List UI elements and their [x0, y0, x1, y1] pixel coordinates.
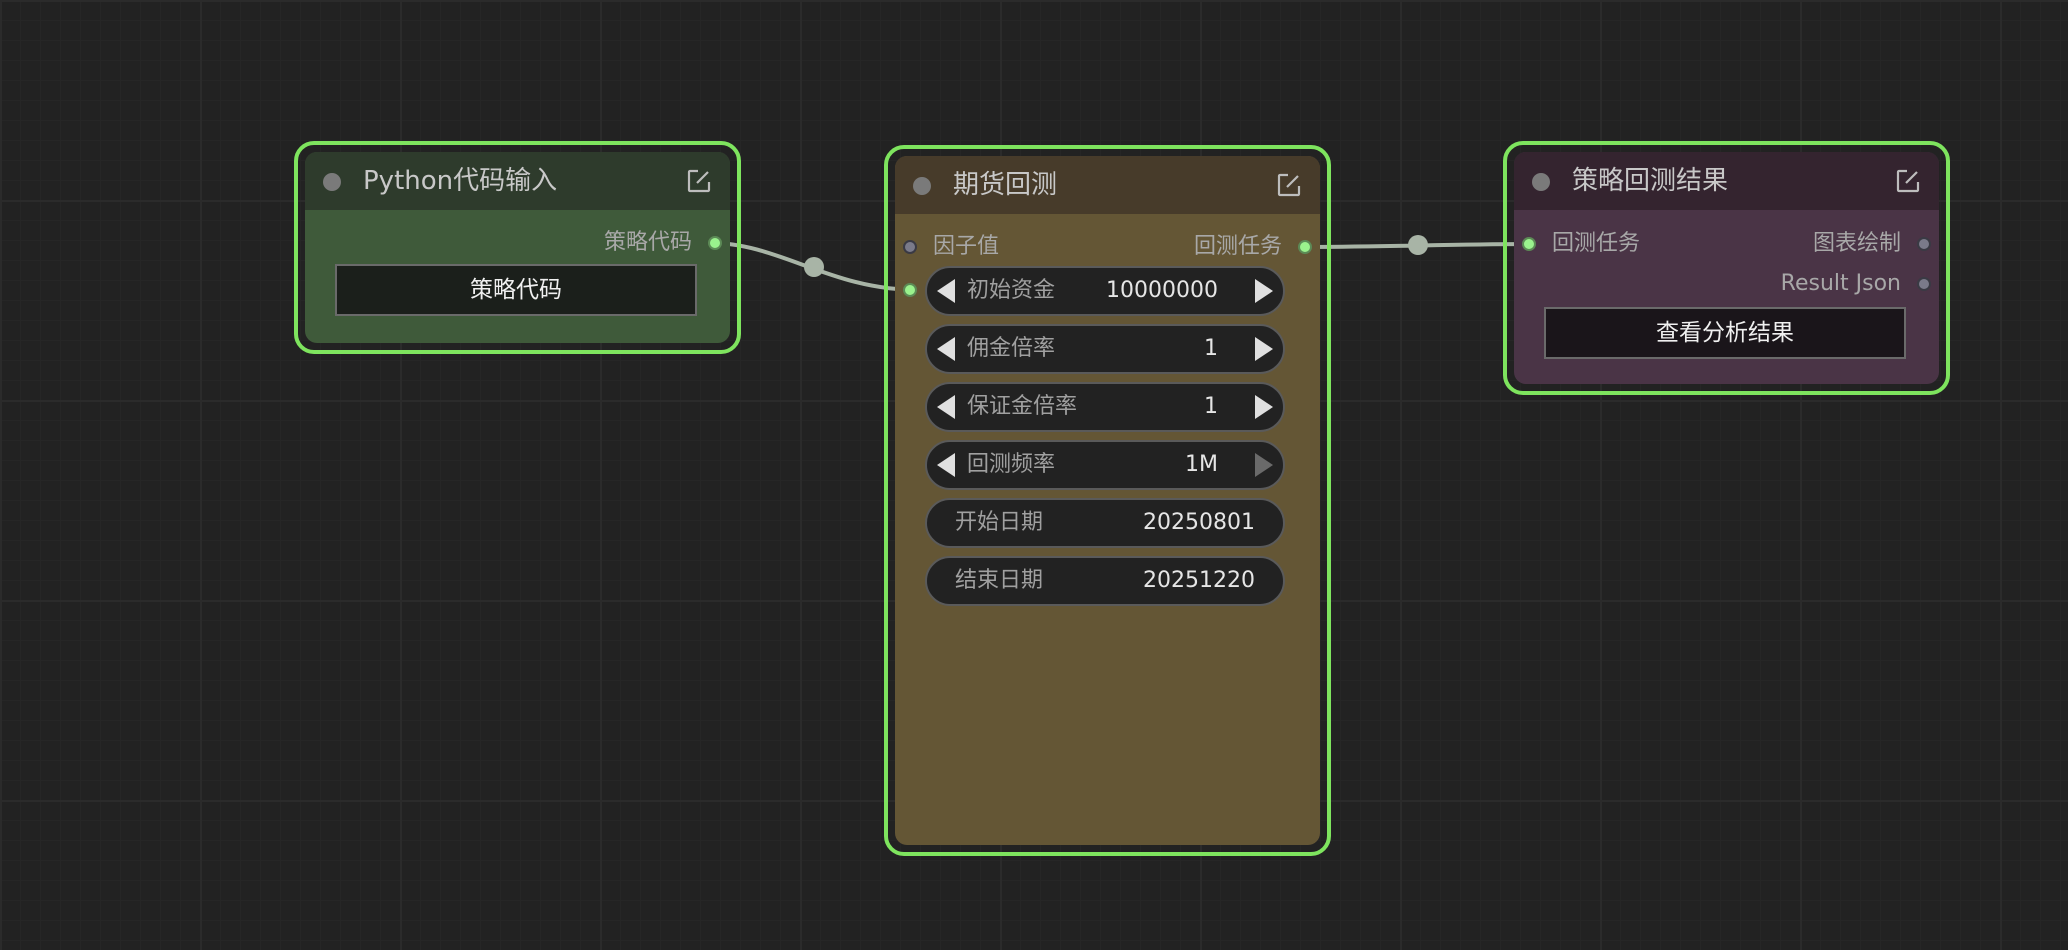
node-python-input-title: Python代码输入	[363, 166, 558, 196]
triangle-right-icon[interactable]	[1255, 453, 1273, 477]
widget-value: 10000000	[1106, 278, 1218, 303]
widget-initial-capital[interactable]: 初始资金 10000000	[925, 266, 1285, 316]
widget-value: 20251220	[1143, 568, 1255, 593]
triangle-left-icon[interactable]	[937, 395, 955, 419]
edit-square-icon[interactable]	[1276, 172, 1302, 198]
input-slot-backtest-task-label: 回测任务	[1552, 231, 1641, 256]
widget-label: 开始日期	[955, 510, 1044, 535]
circle-dot-icon[interactable]	[323, 173, 341, 191]
triangle-left-icon[interactable]	[937, 337, 955, 361]
widget-backtest-frequency[interactable]: 回测频率 1M	[925, 440, 1285, 490]
node-strategy-result-title-bar[interactable]: 策略回测结果	[1514, 152, 1939, 210]
widget-value: 1M	[1185, 452, 1218, 477]
output-slot-result-json[interactable]	[1917, 277, 1931, 291]
widget-value: 1	[1204, 394, 1218, 419]
widget-label: 结束日期	[955, 568, 1044, 593]
output-slot-chart[interactable]	[1917, 237, 1931, 251]
node-strategy-result[interactable]: 策略回测结果 回测任务 图表绘制 Result Json 查看分析结果	[1503, 141, 1950, 395]
input-slot-factor-value[interactable]	[903, 240, 917, 254]
widget-label: 回测频率	[967, 452, 1056, 477]
triangle-left-icon[interactable]	[937, 279, 955, 303]
widget-label: 佣金倍率	[967, 336, 1056, 361]
output-slot-chart-label: 图表绘制	[1812, 231, 1901, 256]
widget-commission-multiplier[interactable]: 佣金倍率 1	[925, 324, 1285, 374]
triangle-right-icon[interactable]	[1255, 395, 1273, 419]
view-analysis-result-button[interactable]: 查看分析结果	[1544, 307, 1906, 359]
output-slot-result-json-label: Result Json	[1780, 271, 1901, 296]
widget-value: 1	[1204, 336, 1218, 361]
node-futures-backtest-title-bar[interactable]: 期货回测	[895, 156, 1320, 214]
circle-dot-icon[interactable]	[913, 177, 931, 195]
output-slot-backtest-task[interactable]	[1298, 240, 1312, 254]
node-strategy-result-title: 策略回测结果	[1572, 166, 1729, 196]
widget-end-date[interactable]: 结束日期 20251220	[925, 556, 1285, 606]
node-python-input-title-bar[interactable]: Python代码输入	[305, 152, 730, 210]
input-slot-strategy-code[interactable]	[903, 283, 917, 297]
widget-value: 20250801	[1143, 510, 1255, 535]
link-backtest-to-result-midpoint[interactable]	[1408, 235, 1428, 255]
strategy-code-button[interactable]: 策略代码	[335, 264, 697, 316]
output-slot-strategy-code[interactable]	[708, 236, 722, 250]
triangle-right-icon[interactable]	[1255, 337, 1273, 361]
widget-label: 初始资金	[967, 278, 1056, 303]
circle-dot-icon[interactable]	[1532, 173, 1550, 191]
triangle-left-icon[interactable]	[937, 453, 955, 477]
output-slot-backtest-task-label: 回测任务	[1193, 234, 1282, 259]
widget-margin-multiplier[interactable]: 保证金倍率 1	[925, 382, 1285, 432]
node-futures-backtest[interactable]: 期货回测 因子值 回测任务 初始资金 10000000 佣金倍率 1 保证金倍率…	[884, 145, 1331, 856]
edit-square-icon[interactable]	[686, 168, 712, 194]
output-slot-strategy-code-label: 策略代码	[603, 230, 692, 255]
input-slot-factor-value-label: 因子值	[933, 234, 1000, 259]
input-slot-backtest-task[interactable]	[1522, 237, 1536, 251]
link-code-to-backtest-midpoint[interactable]	[804, 257, 824, 277]
triangle-right-icon[interactable]	[1255, 279, 1273, 303]
widget-label: 保证金倍率	[967, 394, 1078, 419]
edit-square-icon[interactable]	[1895, 168, 1921, 194]
widget-start-date[interactable]: 开始日期 20250801	[925, 498, 1285, 548]
node-futures-backtest-title: 期货回测	[953, 170, 1058, 200]
node-python-input[interactable]: Python代码输入 策略代码 策略代码	[294, 141, 741, 354]
